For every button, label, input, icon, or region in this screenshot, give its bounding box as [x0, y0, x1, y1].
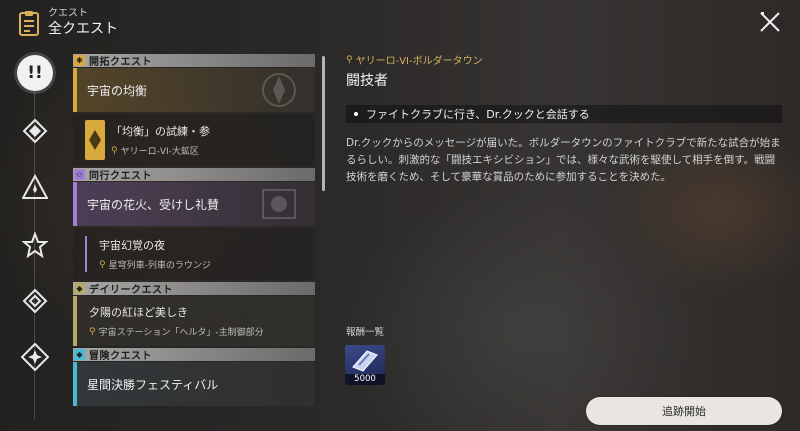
start-tracking-button[interactable]: 追跡開始	[586, 397, 782, 425]
daily-icon: ◆	[74, 283, 85, 294]
quest-detail: ⚲ ヤリーロ-VI-ボルダータウン 闘技者 ファイトクラブに行き、Dr.クックと会…	[346, 52, 786, 186]
quest-list-scrollbar[interactable]	[322, 56, 325, 191]
quest-card-trailblaze[interactable]: 宇宙の均衡	[73, 68, 315, 112]
subquest-location: 星穹列車-列車のラウンジ	[108, 261, 211, 271]
subquest-title: 宇宙幻覚の夜	[99, 239, 165, 252]
rewards-label: 報酬一覧	[346, 327, 385, 338]
quest-subitem-companion[interactable]: 宇宙幻覚の夜 ⚲ 星穹列車-列車のラウンジ	[73, 228, 315, 280]
detail-title: 闘技者	[346, 73, 388, 89]
quest-card-adventure[interactable]: 星間決勝フェスティバル	[73, 362, 315, 406]
category-header-trailblaze: ✱ 開拓クエスト	[73, 54, 315, 68]
exclamation-icon: !!	[17, 55, 53, 91]
quest-title: 宇宙の花火、受けし礼賛	[87, 197, 220, 212]
quest-color-bar	[73, 182, 77, 226]
category-header-adventure: ◆ 冒険クエスト	[73, 348, 315, 362]
quest-subitem-trailblaze[interactable]: 「均衡」の試練・参 ⚲ ヤリーロ-VI-大鉱区	[73, 114, 315, 166]
clipboard-icon	[18, 10, 40, 36]
rail-daily[interactable]	[16, 226, 54, 264]
rail-all-quests[interactable]: !!	[16, 54, 54, 92]
quest-color-bar	[73, 362, 77, 406]
objective-text: ファイトクラブに行き、Dr.クックと会話する	[366, 108, 590, 121]
trailblaze-badge-icon	[85, 120, 105, 160]
location-pin-icon: ⚲	[89, 326, 96, 337]
rail-adventure[interactable]	[16, 282, 54, 320]
star-icon	[22, 232, 48, 258]
location-pin-icon: ⚲	[99, 259, 106, 270]
bullet-icon	[354, 112, 358, 116]
emblem-icon	[262, 73, 296, 107]
category-label: 冒険クエスト	[89, 351, 152, 362]
header-subtitle: クエスト	[48, 8, 88, 19]
close-button[interactable]	[758, 10, 782, 34]
reward-item[interactable]: 5000	[345, 345, 385, 385]
emblem-icon	[262, 189, 296, 219]
quest-description: Dr.クックからのメッセージが届いた。ボルダータウンのファイトクラブで新たな試合…	[346, 137, 781, 183]
page-header: クエスト 全クエスト	[18, 8, 118, 38]
rail-trailblaze[interactable]	[16, 112, 54, 150]
subquest-line	[85, 236, 87, 272]
location-pin-icon: ⚲	[346, 54, 353, 65]
reward-count: 5000	[345, 374, 385, 385]
credit-chip-icon	[352, 350, 378, 372]
subquest-title: 「均衡」の試練・参	[111, 125, 210, 138]
quest-card-companion[interactable]: 宇宙の花火、受けし礼賛	[73, 182, 315, 226]
rail-companion[interactable]	[16, 168, 54, 206]
category-label: デイリークエスト	[89, 285, 173, 296]
category-label: 開拓クエスト	[89, 57, 152, 68]
quest-color-bar	[73, 68, 77, 112]
quest-color-bar	[73, 296, 77, 346]
rail-event[interactable]	[16, 338, 54, 376]
diamond-star-icon	[21, 343, 49, 371]
subquest-location: ヤリーロ-VI-大鉱区	[120, 147, 199, 157]
trailblaze-icon: ✱	[74, 55, 85, 66]
detail-location: ヤリーロ-VI-ボルダータウン	[355, 56, 483, 67]
quest-objective: ファイトクラブに行き、Dr.クックと会話する	[346, 105, 782, 123]
trailblaze-diamond-icon	[22, 118, 48, 144]
category-header-daily: ◆ デイリークエスト	[73, 282, 315, 296]
quest-location: 宇宙ステーション「ヘルタ」-主制御部分	[98, 328, 264, 338]
quest-title: 宇宙の均衡	[87, 83, 148, 98]
close-icon	[760, 12, 780, 32]
triangle-star-icon	[22, 174, 48, 199]
quest-title: 星間決勝フェスティバル	[87, 377, 219, 392]
diamond-icon	[22, 288, 48, 314]
quest-list: ✱ 開拓クエスト 宇宙の均衡 「均衡」の試練・参 ⚲ ヤリーロ-VI-大鉱区 ✩ …	[73, 54, 315, 431]
quest-card-daily[interactable]: 夕陽の紅ほど美しき ⚲ 宇宙ステーション「ヘルタ」-主制御部分	[73, 296, 315, 346]
adventure-icon: ◆	[74, 349, 85, 360]
companion-icon: ✩	[74, 169, 85, 180]
location-pin-icon: ⚲	[111, 145, 118, 156]
category-rail: !!	[0, 40, 70, 431]
category-label: 同行クエスト	[89, 171, 152, 182]
page-title: 全クエスト	[48, 21, 118, 37]
quest-title: 夕陽の紅ほど美しき	[89, 306, 188, 319]
category-header-companion: ✩ 同行クエスト	[73, 168, 315, 182]
